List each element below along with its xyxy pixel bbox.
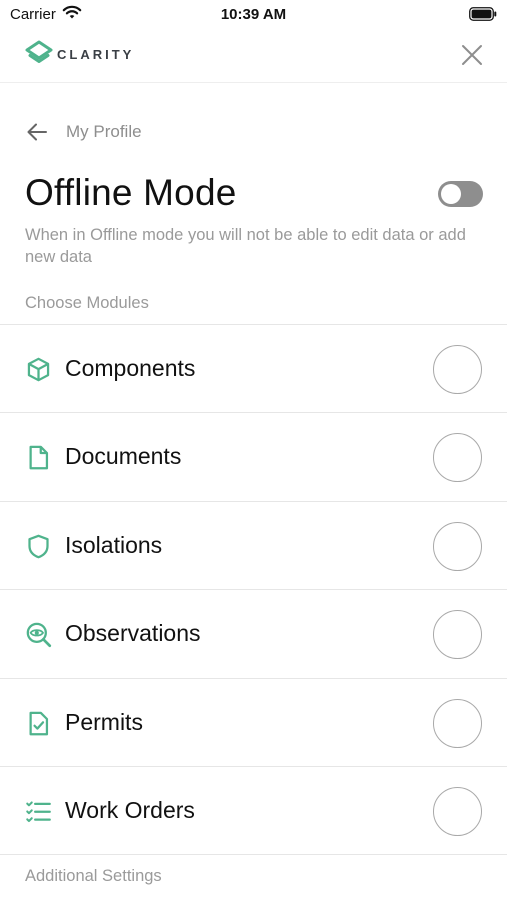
cube-icon: [27, 357, 50, 382]
clipboard-check-icon: [29, 711, 49, 735]
module-select-radio[interactable]: [433, 345, 482, 394]
module-label: Permits: [65, 708, 143, 735]
app-header: CLARITY: [0, 28, 507, 83]
additional-settings-label: Additional Settings: [25, 867, 162, 885]
module-label: Components: [65, 355, 196, 381]
back-button[interactable]: My Profile: [25, 120, 142, 144]
checklist-icon: [26, 801, 51, 823]
logo-text: CLARITY: [57, 46, 135, 62]
offline-description: When in Offline mode you will not be abl…: [25, 226, 466, 266]
module-select-radio[interactable]: [433, 521, 482, 571]
shield-icon: [28, 534, 49, 559]
module-select-radio[interactable]: [433, 786, 482, 836]
module-label: Work Orders: [65, 796, 195, 823]
choose-modules-label: Choose Modules: [25, 294, 149, 312]
battery-icon: [469, 7, 497, 21]
close-icon[interactable]: [459, 42, 485, 68]
module-list: Components Documents Isolations Observat…: [0, 324, 507, 856]
module-row-components[interactable]: Components: [0, 325, 507, 414]
clarity-logo: CLARITY: [25, 40, 134, 68]
module-row-work-orders[interactable]: Work Orders: [0, 767, 507, 856]
clarity-logo-icon: [25, 40, 53, 63]
eye-search-icon: [26, 622, 52, 648]
module-select-radio[interactable]: [433, 610, 482, 660]
module-row-observations[interactable]: Observations: [0, 590, 507, 679]
arrow-left-icon: [27, 123, 47, 141]
status-time: 10:39 AM: [220, 6, 287, 23]
module-label: Isolations: [65, 531, 163, 558]
module-label: Observations: [65, 620, 201, 647]
module-row-isolations[interactable]: Isolations: [0, 502, 507, 591]
module-row-documents[interactable]: Documents: [0, 413, 507, 502]
back-label: My Profile: [66, 122, 142, 141]
module-select-radio[interactable]: [433, 698, 482, 748]
offline-mode-toggle[interactable]: [438, 181, 483, 207]
document-icon: [29, 446, 49, 470]
page-title: Offline Mode: [25, 172, 237, 213]
toggle-knob: [441, 184, 461, 204]
module-row-permits[interactable]: Permits: [0, 679, 507, 767]
module-label: Documents: [65, 443, 182, 470]
status-bar: Carrier 10:39 AM: [0, 0, 507, 28]
module-select-radio[interactable]: [433, 433, 482, 483]
